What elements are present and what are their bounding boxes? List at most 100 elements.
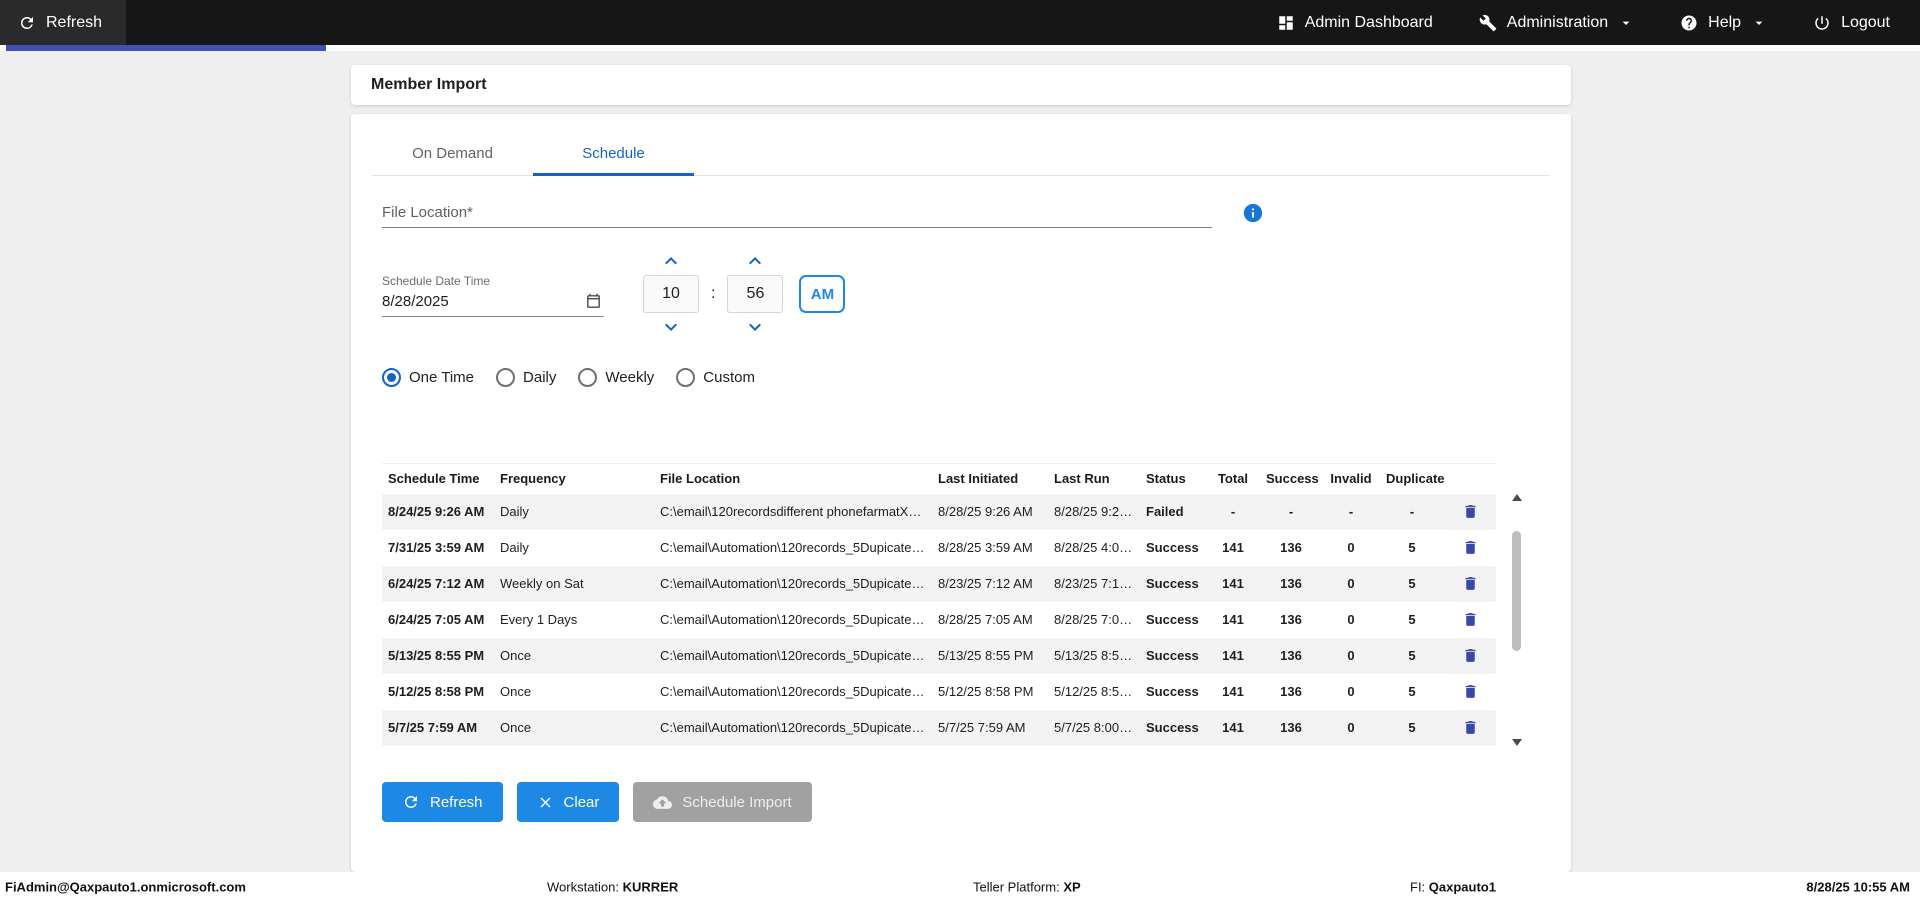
col-header-success: Success [1266,471,1319,487]
status-bar: FiAdmin@Qaxpauto1.onmicrosoft.com Workst… [0,872,1920,901]
trash-icon [1465,721,1475,734]
fi-value: Qaxpauto1 [1428,879,1496,894]
delete-schedule-button[interactable] [1458,644,1482,668]
cell-file-location: C:\email\Automation\120records_5Dupicate… [660,648,932,663]
workstation-label: Workstation: [547,879,620,894]
cell-total: 141 [1222,648,1244,663]
meridiem-toggle-button[interactable]: AM [799,275,846,313]
fi-label: FI: [1410,879,1426,894]
scroll-down-button[interactable] [1512,739,1522,746]
cell-success: 136 [1280,576,1302,591]
scrollbar-track[interactable] [1510,505,1524,735]
cell-duplicate: 5 [1408,684,1416,699]
info-icon [1243,203,1263,223]
row-actions [1444,710,1496,746]
action-buttons: Refresh Clear Schedule Import [382,782,812,822]
cell-last-initiated: 8/28/25 3:59 AM [938,540,1033,555]
cell-invalid: - [1348,504,1354,519]
cell-success: 136 [1280,684,1302,699]
administration-menu[interactable]: Administration [1479,14,1634,32]
cloud-upload-icon [653,793,673,812]
delete-schedule-button[interactable] [1458,716,1482,740]
delete-schedule-button[interactable] [1458,572,1482,596]
cell-duplicate: 5 [1408,720,1416,735]
row-actions [1444,638,1496,674]
table-row: 6/24/25 7:05 AM Every 1 Days C:\email\Auto… [382,602,1496,638]
cell-last-run: 5/12/25 8:59 PM [1054,684,1140,699]
clear-button[interactable]: Clear [516,782,620,822]
minute-input[interactable]: 56 [727,275,784,313]
schedule-table: Schedule Time Frequency File Location La… [382,463,1496,746]
tab-schedule[interactable]: Schedule [533,132,694,176]
calendar-icon[interactable] [585,293,602,310]
minute-increment-button[interactable] [742,253,768,269]
scrollbar-thumb[interactable] [1512,531,1521,651]
cell-invalid: 0 [1347,540,1355,555]
cell-status: Success [1146,540,1199,555]
refresh-button[interactable]: Refresh [382,782,503,822]
recurrence-option[interactable]: One Time [382,368,474,387]
admin-dashboard-button[interactable]: Admin Dashboard [1277,14,1433,32]
delete-schedule-button[interactable] [1458,536,1482,560]
cell-schedule-time: 5/12/25 8:58 PM [388,684,485,699]
cell-file-location: C:\email\Automation\120records_5Dupicate… [660,612,932,627]
dashboard-icon [1277,14,1295,32]
row-actions [1444,602,1496,638]
footer-workstation: Workstation: KURRER [547,879,678,894]
schedule-date-label: Schedule Date Time [382,274,491,288]
footer-teller-platform: Teller Platform: XP [973,879,1081,894]
delete-schedule-button[interactable] [1458,500,1482,524]
trash-icon [1465,685,1475,698]
clear-button-label: Clear [563,793,600,811]
recurrence-option[interactable]: Daily [496,368,556,387]
col-header-total: Total [1217,471,1249,487]
teller-platform-value: XP [1063,879,1081,894]
topbar-refresh-button[interactable]: Refresh [0,0,127,45]
trash-icon [1465,577,1475,590]
cell-last-initiated: 8/23/25 7:12 AM [938,576,1033,591]
cell-last-initiated: 5/12/25 8:58 PM [938,684,1034,699]
cell-status: Success [1146,612,1199,627]
delete-schedule-button[interactable] [1458,680,1482,704]
administration-label: Administration [1506,13,1609,31]
trash-icon [1465,541,1475,554]
schedule-date-field[interactable]: Schedule Date Time 8/28/2025 [382,274,604,317]
schedule-import-button[interactable]: Schedule Import [633,782,812,822]
hour-decrement-button[interactable] [658,319,684,335]
table-scrollbar[interactable] [1510,494,1524,746]
cell-schedule-time: 6/24/25 7:05 AM [388,612,485,627]
recurrence-option-label: One Time [409,369,475,386]
recurrence-option[interactable]: Custom [676,368,755,387]
recurrence-option[interactable]: Weekly [578,368,654,387]
minute-decrement-button[interactable] [742,319,768,335]
member-import-card: On Demand Schedule File Location* Schedu… [351,114,1571,872]
cell-file-location: C:\email\Automation\120records_5Dupicate… [660,684,932,699]
admin-dashboard-label: Admin Dashboard [1304,13,1433,31]
cell-file-location: C:\email\Automation\120records_5Dupicate… [660,540,932,555]
hour-input[interactable]: 10 [643,275,699,313]
cell-last-run: 8/28/25 4:00 AM [1054,540,1140,555]
cell-total: 141 [1222,720,1244,735]
row-actions [1444,530,1496,566]
cell-total: 141 [1222,612,1244,627]
help-menu[interactable]: Help [1680,14,1767,32]
delete-schedule-button[interactable] [1458,608,1482,632]
info-button[interactable] [1242,202,1264,224]
col-header-last-initiated: Last Initiated [938,471,1019,487]
table-row: 5/7/25 7:59 AM Once C:\email\Automation\12… [382,709,1496,746]
tab-on-demand[interactable]: On Demand [372,132,533,175]
chevron-down-icon [665,323,677,331]
refresh-icon [18,14,36,32]
cell-file-location: C:\email\120recordsdifferent phonefarmat… [660,504,932,519]
help-icon [1680,14,1698,32]
cell-last-run: 8/28/25 7:06 AM [1054,612,1140,627]
logout-button[interactable]: Logout [1813,14,1890,32]
cell-schedule-time: 7/31/25 3:59 AM [388,540,485,555]
power-icon [1813,14,1831,32]
file-location-input[interactable]: File Location* [382,198,1212,228]
hour-increment-button[interactable] [658,253,684,269]
cell-invalid: 0 [1347,720,1355,735]
cell-last-initiated: 8/28/25 7:05 AM [938,612,1033,627]
scroll-up-button[interactable] [1512,494,1522,501]
table-row: 5/13/25 8:55 PM Once C:\email\Automation\1… [382,637,1496,674]
